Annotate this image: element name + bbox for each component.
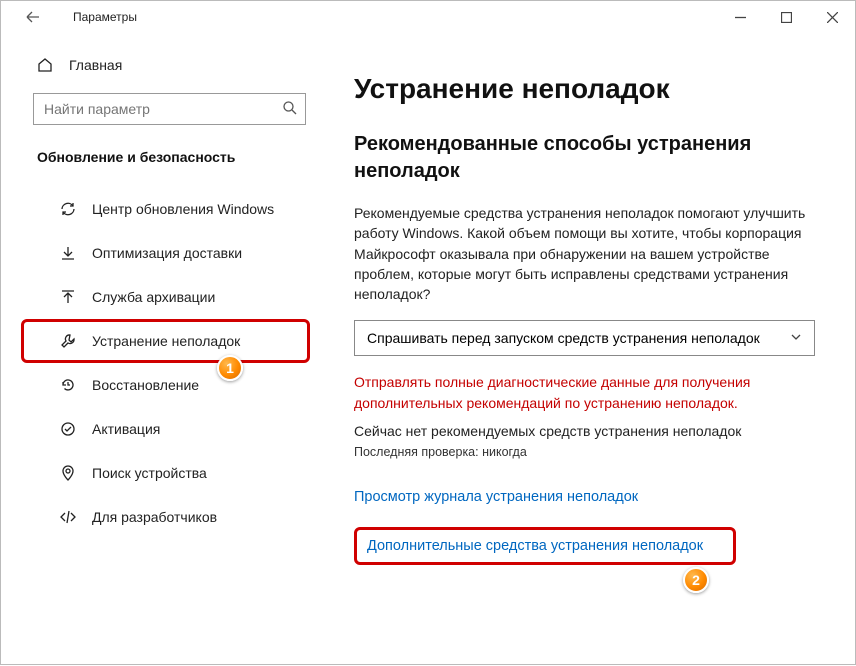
sidebar: Главная Обновление и безопасность Центр … [1,33,326,666]
sidebar-item-label: Оптимизация доставки [92,245,242,261]
sidebar-item-label: Центр обновления Windows [92,201,274,217]
sidebar-item-label: Для разработчиков [92,509,217,525]
sidebar-item-troubleshoot[interactable]: Устранение неполадок [21,319,310,363]
window-title: Параметры [73,10,137,24]
sidebar-item-find-device[interactable]: Поиск устройства [21,451,310,495]
back-button[interactable] [17,1,49,33]
diagnostic-data-link[interactable]: Отправлять полные диагностические данные… [354,372,815,413]
location-icon [60,465,76,481]
annotation-badge-1: 1 [217,355,243,381]
troubleshoot-mode-dropdown[interactable]: Спрашивать перед запуском средств устран… [354,320,815,356]
sync-icon [60,201,76,217]
maximize-button[interactable] [763,1,809,33]
close-button[interactable] [809,1,855,33]
search-input[interactable] [33,93,306,125]
sidebar-item-developers[interactable]: Для разработчиков [21,495,310,539]
view-history-link[interactable]: Просмотр журнала устранения неполадок [354,489,815,505]
sidebar-item-windows-update[interactable]: Центр обновления Windows [21,187,310,231]
upload-icon [60,289,76,305]
sidebar-item-label: Устранение неполадок [92,333,240,349]
sidebar-item-label: Поиск устройства [92,465,207,481]
sidebar-item-recovery[interactable]: Восстановление [21,363,310,407]
section-heading: Рекомендованные способы устранения непол… [354,131,815,185]
code-icon [60,509,76,525]
history-icon [60,377,76,393]
sidebar-item-label: Активация [92,421,160,437]
dropdown-value: Спрашивать перед запуском средств устран… [367,330,760,346]
search-icon [282,100,298,121]
main-content: Устранение неполадок Рекомендованные спо… [326,33,855,666]
minimize-button[interactable] [717,1,763,33]
annotation-badge-2: 2 [683,567,709,593]
sidebar-item-delivery-optimization[interactable]: Оптимизация доставки [21,231,310,275]
additional-troubleshooters-link[interactable]: Дополнительные средства устранения непол… [354,527,736,565]
page-title: Устранение неполадок [354,73,815,105]
last-check-text: Последняя проверка: никогда [354,445,815,459]
sidebar-item-backup[interactable]: Служба архивации [21,275,310,319]
download-icon [60,245,76,261]
chevron-down-icon [790,330,802,346]
section-title: Обновление и безопасность [1,133,326,181]
section-description: Рекомендуемые средства устранения непола… [354,203,815,304]
sidebar-item-label: Служба архивации [92,289,215,305]
home-label: Главная [69,57,122,73]
no-recommended-text: Сейчас нет рекомендуемых средств устране… [354,423,815,439]
wrench-icon [60,333,76,349]
home-button[interactable]: Главная [1,45,326,85]
check-icon [60,421,76,437]
home-icon [37,57,53,73]
sidebar-item-activation[interactable]: Активация [21,407,310,451]
sidebar-item-label: Восстановление [92,377,199,393]
